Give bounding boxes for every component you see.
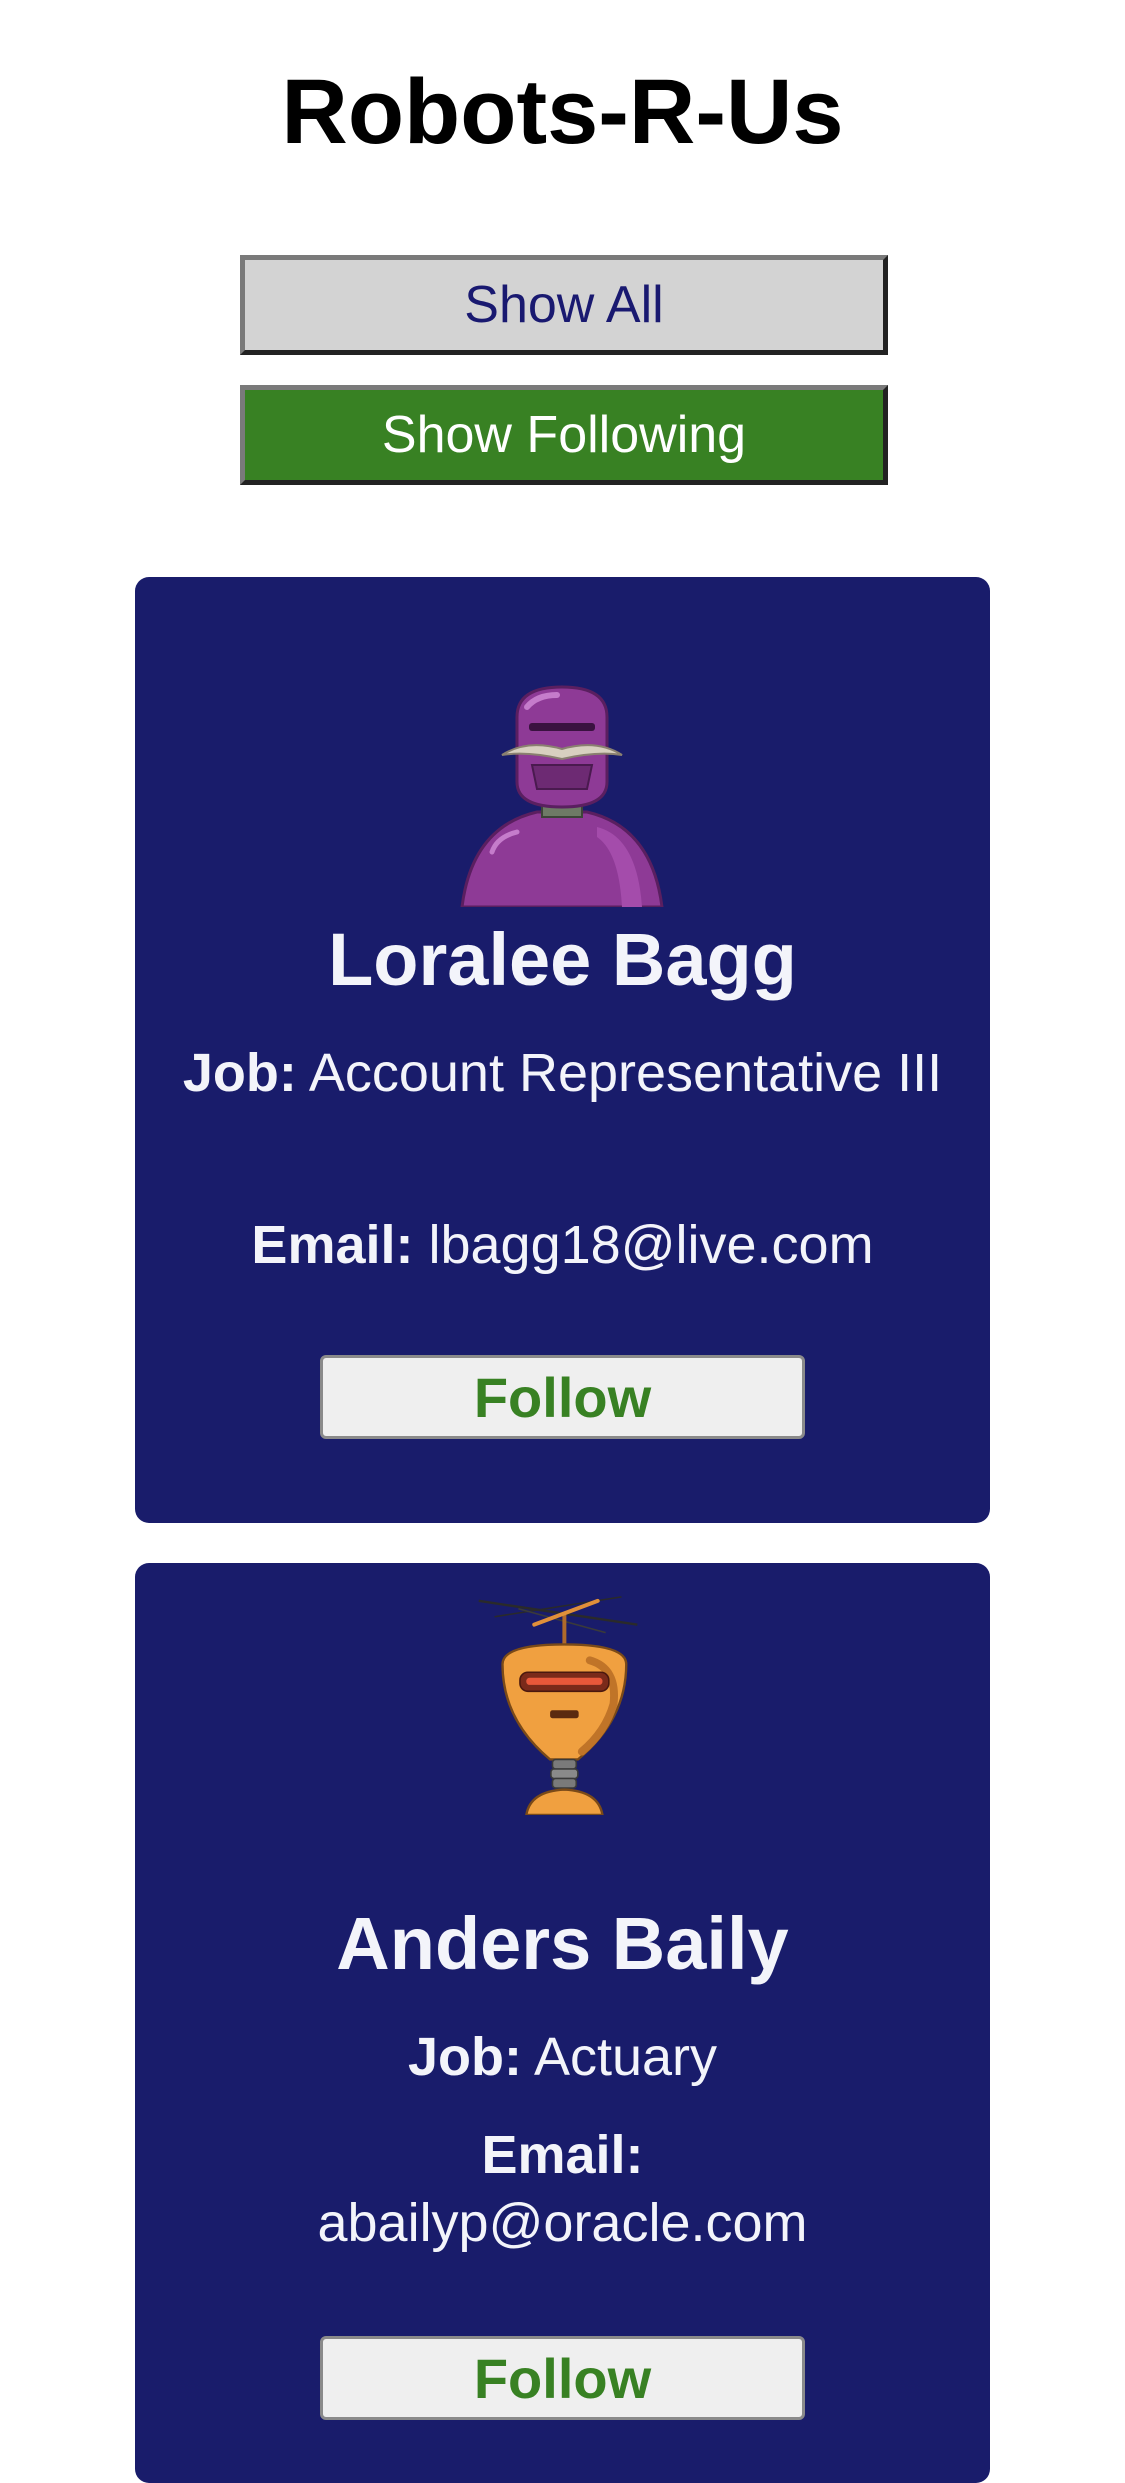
orange-antenna-robot-avatar-icon [478,1596,638,1815]
job-label: Job: [182,1043,297,1103]
show-all-button[interactable]: Show All [240,255,888,355]
robot-job: Job: Actuary [175,2023,950,2091]
robot-card: Loralee Bagg Job: Account Representative… [135,577,990,1523]
robot-email: Email: lbagg18@live.com [175,1211,950,1279]
job-value: Actuary [533,2027,718,2087]
purple-robot-avatar-icon [460,685,664,907]
robot-card: Anders Baily Job: Actuary Email: abailyp@… [135,1563,990,2483]
robot-name: Loralee Bagg [328,918,797,1001]
page-title: Robots-R-Us [281,61,844,163]
email-label: Email: [481,2125,644,2185]
job-value: Account Representative III [308,1043,943,1103]
robot-name: Anders Baily [336,1902,789,1985]
email-label: Email: [251,1215,414,1275]
job-label: Job: [407,2027,522,2087]
email-value: abailyp@oracle.com [317,2193,808,2253]
show-following-button[interactable]: Show Following [240,385,888,485]
follow-button[interactable]: Follow [320,1355,805,1439]
robot-email: Email: abailyp@oracle.com [175,2121,950,2257]
email-value: lbagg18@live.com [428,1215,874,1275]
follow-button[interactable]: Follow [320,2336,805,2420]
robot-job: Job: Account Representative III [175,1039,950,1107]
